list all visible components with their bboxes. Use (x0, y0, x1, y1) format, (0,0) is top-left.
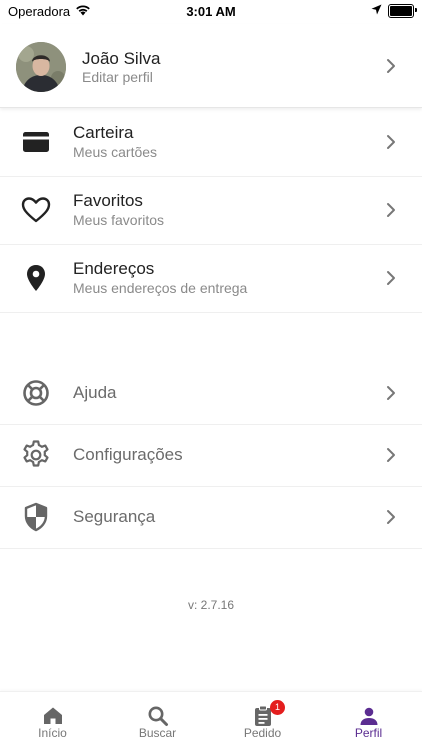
menu-item-wallet[interactable]: Carteira Meus cartões (0, 108, 422, 177)
home-icon (41, 704, 65, 728)
menu-item-subtitle: Meus endereços de entrega (73, 280, 248, 296)
menu-item-subtitle: Meus cartões (73, 144, 158, 160)
tab-home[interactable]: Início (0, 692, 105, 750)
profile-header[interactable]: João Silva Editar perfil (0, 24, 422, 108)
chevron-right-icon (386, 385, 396, 401)
chevron-right-icon (386, 58, 396, 74)
location-arrow-icon (371, 3, 382, 18)
heart-icon (20, 194, 52, 226)
tab-search[interactable]: Buscar (105, 692, 210, 750)
chevron-right-icon (386, 202, 396, 218)
menu-item-addresses[interactable]: Endereços Meus endereços de entrega (0, 244, 422, 313)
shield-icon (20, 501, 52, 533)
tab-label: Perfil (354, 726, 383, 740)
tab-label: Pedido (243, 726, 282, 740)
menu-item-settings[interactable]: Configurações (0, 424, 422, 487)
chevron-right-icon (386, 447, 396, 463)
menu-item-title: Favoritos (73, 191, 143, 210)
menu-item-title: Carteira (73, 123, 134, 142)
profile-name: João Silva (82, 49, 161, 68)
tab-orders[interactable]: 1 Pedido (210, 692, 315, 750)
order-count-badge: 1 (270, 700, 285, 715)
tab-bar: Início Buscar 1 Pedido Perfil (0, 691, 422, 750)
person-icon (357, 704, 381, 728)
lifebuoy-icon (20, 377, 52, 409)
edit-profile-link[interactable]: Editar perfil (82, 69, 153, 85)
menu-item-favorites[interactable]: Favoritos Meus favoritos (0, 176, 422, 245)
chevron-right-icon (386, 509, 396, 525)
location-pin-icon (20, 262, 52, 294)
menu-item-label: Segurança (73, 507, 156, 526)
menu-item-title: Endereços (73, 259, 155, 278)
menu-item-label: Configurações (73, 445, 183, 464)
gear-icon (20, 439, 52, 471)
wallet-card-icon (20, 126, 52, 158)
status-bar: Operadora 3:01 AM (0, 0, 422, 22)
app-version: v: 2.7.16 (187, 598, 235, 612)
menu-item-label: Ajuda (73, 383, 117, 402)
battery-icon (388, 3, 417, 18)
tab-label: Início (38, 726, 67, 740)
chevron-right-icon (386, 134, 396, 150)
status-right (371, 3, 417, 18)
search-icon (146, 704, 170, 728)
tab-label: Buscar (138, 726, 177, 740)
avatar[interactable] (16, 42, 66, 92)
clock: 3:01 AM (186, 4, 236, 19)
chevron-right-icon (386, 270, 396, 286)
tab-profile[interactable]: Perfil (316, 692, 421, 750)
menu-item-help[interactable]: Ajuda (0, 362, 422, 425)
menu-item-subtitle: Meus favoritos (73, 212, 165, 228)
menu-item-security[interactable]: Segurança (0, 486, 422, 549)
